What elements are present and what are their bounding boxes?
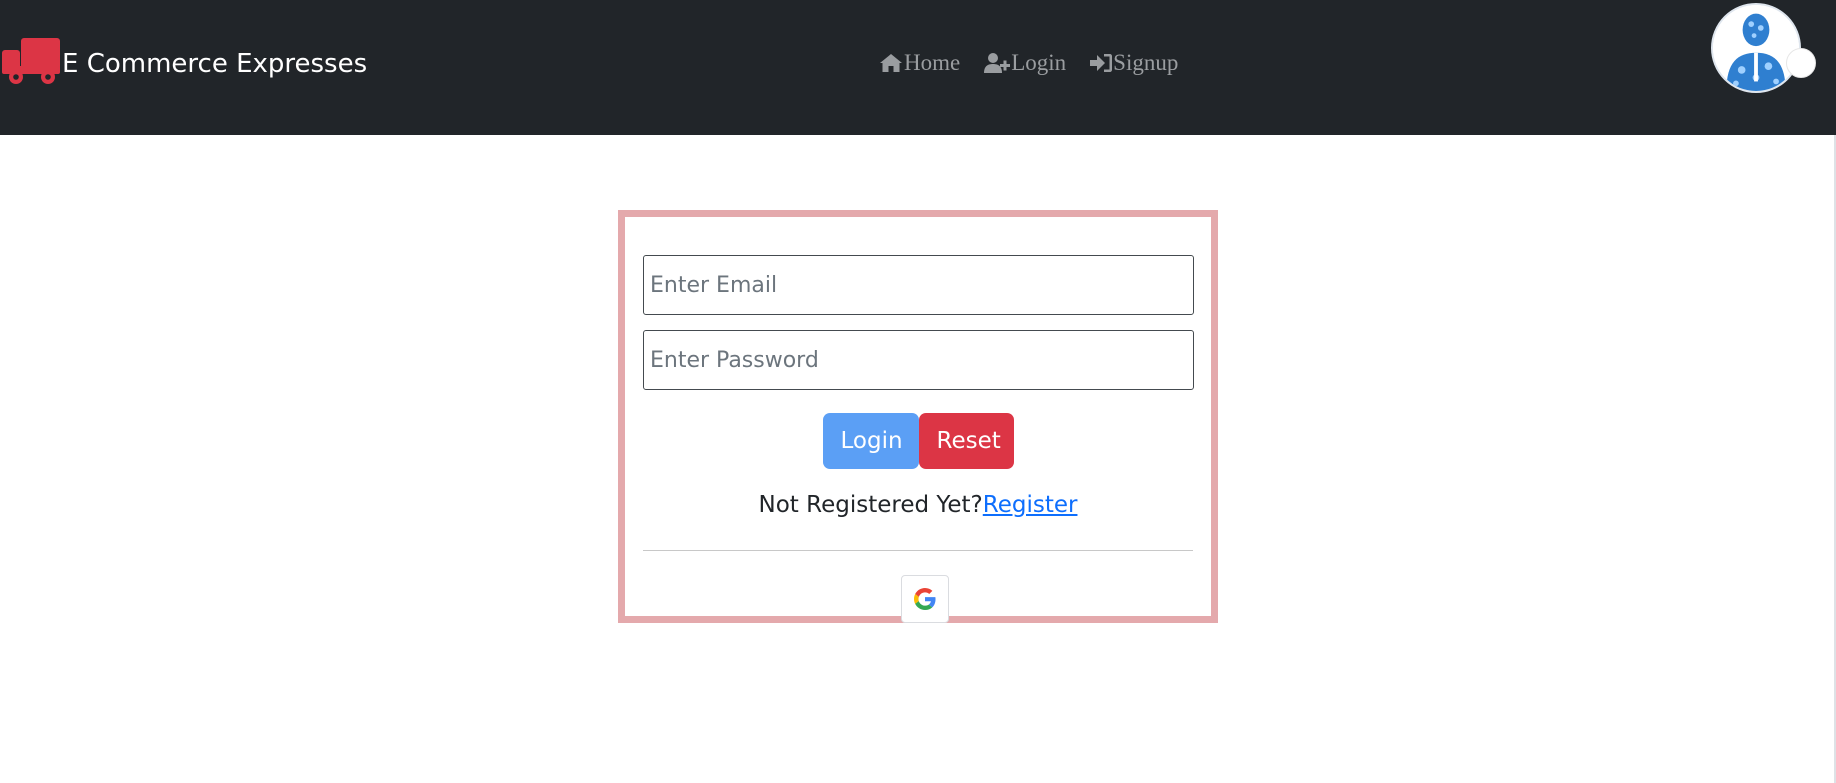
status-dot xyxy=(1786,48,1816,78)
password-field[interactable] xyxy=(643,330,1194,390)
nav-home-link[interactable]: Home xyxy=(879,50,960,76)
register-prompt: Not Registered Yet? xyxy=(758,492,983,518)
navbar: E Commerce Expresses Home Login Signup xyxy=(0,0,1836,135)
nav-home-label: Home xyxy=(904,50,961,75)
login-card: Login Reset Not Registered Yet?Register xyxy=(618,210,1218,623)
nav-signup-label: Signup xyxy=(1113,50,1179,75)
home-icon xyxy=(880,54,902,72)
nav-signup-link[interactable]: Signup xyxy=(1090,50,1178,76)
reset-button[interactable]: Reset xyxy=(918,413,1014,469)
brand-title: E Commerce Expresses xyxy=(62,49,368,79)
user-plus-icon xyxy=(984,53,1011,73)
form-buttons: Login Reset xyxy=(625,413,1211,469)
truck-icon xyxy=(2,38,60,84)
divider xyxy=(643,550,1193,551)
register-link[interactable]: Register xyxy=(983,492,1078,518)
nav-links: Home Login Signup xyxy=(879,48,1202,78)
google-icon xyxy=(914,588,936,610)
email-field[interactable] xyxy=(643,255,1194,315)
register-prompt-line: Not Registered Yet?Register xyxy=(625,492,1211,518)
brand[interactable]: E Commerce Expresses xyxy=(2,36,367,86)
nav-login-label: Login xyxy=(1011,50,1067,75)
page: E Commerce Expresses Home Login Signup E… xyxy=(0,0,1836,783)
login-button[interactable]: Login xyxy=(822,413,919,469)
google-signin-button[interactable] xyxy=(901,575,949,623)
sign-in-icon xyxy=(1090,54,1113,72)
avatar-image xyxy=(1713,5,1799,91)
nav-login-link[interactable]: Login xyxy=(984,50,1066,76)
avatar[interactable] xyxy=(1711,3,1801,93)
